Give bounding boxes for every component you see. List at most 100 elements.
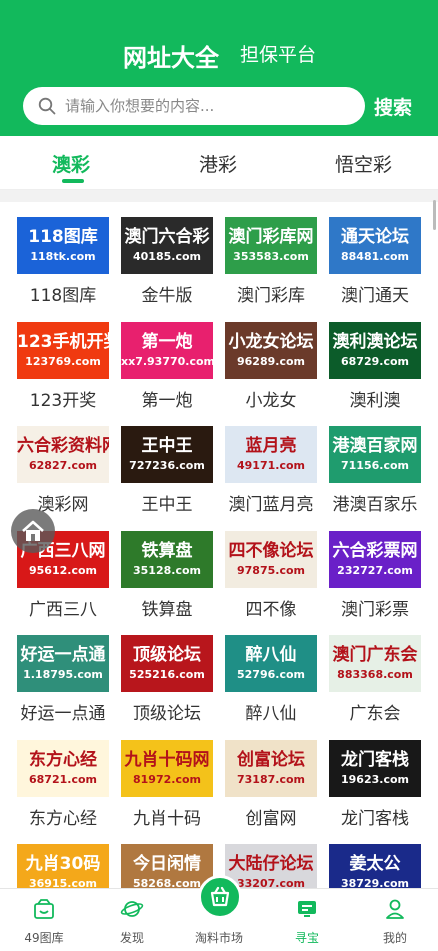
site-logo-domain: xx7.93770.com xyxy=(121,354,213,368)
site-logo: 六合彩票网 232727.com xyxy=(329,530,421,588)
site-logo: 九肖十码网 81972.com xyxy=(121,739,213,797)
site-logo-domain: 52796.com xyxy=(237,668,305,681)
site-logo: 澳门六合彩 40185.com xyxy=(121,217,213,274)
gallery-icon xyxy=(34,899,54,919)
site-logo-domain: 88481.com xyxy=(341,250,409,263)
site-logo-title: 六合彩资料网 xyxy=(17,436,109,456)
site-logo-domain: 1.18795.com xyxy=(23,668,103,681)
site-card[interactable]: 醉八仙 52796.com 醉八仙 xyxy=(225,620,329,724)
site-logo: 四不像论坛 97875.com xyxy=(225,530,317,588)
site-logo-domain: 71156.com xyxy=(341,459,409,472)
header-tabs: 网址大全 担保平台 xyxy=(0,38,438,114)
site-label: 顶级论坛 xyxy=(133,704,201,724)
site-card[interactable]: 九肖十码网 81972.com 九肖十码 xyxy=(121,725,225,829)
tab-gallery[interactable]: 49图库 xyxy=(0,889,88,951)
site-logo-domain: 35128.com xyxy=(133,563,201,577)
site-logo: 九肖30码 36915.com xyxy=(17,844,109,888)
scrollbar[interactable] xyxy=(433,200,436,230)
planet-icon xyxy=(120,901,144,917)
monitor-icon xyxy=(298,901,316,917)
site-logo-domain: 68729.com xyxy=(341,354,409,368)
site-card[interactable]: 好运一点通 1.18795.com 好运一点通 xyxy=(17,620,121,724)
header: 网址大全 担保平台 搜索 xyxy=(0,0,438,136)
site-logo: 六合彩资料网 62827.com xyxy=(17,426,109,483)
site-logo: 通天论坛 88481.com xyxy=(329,217,421,274)
site-card[interactable]: 六合彩票网 232727.com 澳门彩票 xyxy=(329,516,433,620)
site-label: 第一炮 xyxy=(141,390,193,411)
site-card[interactable]: 四不像论坛 97875.com 四不像 xyxy=(225,516,329,620)
site-card[interactable]: 姜太公 38729.com xyxy=(329,829,433,888)
tab-guarantee-platform[interactable]: 担保平台 xyxy=(240,40,316,67)
site-label: 广西三八 xyxy=(29,599,97,620)
site-card[interactable]: 澳门广东会 883368.com 广东会 xyxy=(329,620,433,724)
site-card[interactable]: 澳门彩库网 353583.com 澳门彩库 xyxy=(225,202,329,306)
site-card[interactable]: 铁算盘 35128.com 铁算盘 xyxy=(121,516,225,620)
divider xyxy=(0,190,438,202)
site-card[interactable]: 第一炮 xx7.93770.com 第一炮 xyxy=(121,307,225,411)
site-card[interactable]: 118图库 118tk.com 118图库 xyxy=(17,202,121,306)
search-bar[interactable] xyxy=(23,87,365,125)
site-card[interactable]: 王中王 727236.com 王中王 xyxy=(121,411,225,515)
site-logo: 铁算盘 35128.com xyxy=(121,530,213,588)
site-label: 澳门彩库 xyxy=(237,286,305,306)
site-logo-domain: 62827.com xyxy=(29,459,97,472)
site-card[interactable]: 六合彩资料网 62827.com 澳彩网 xyxy=(17,411,121,515)
person-icon xyxy=(386,899,404,919)
site-logo-title: 王中王 xyxy=(141,436,193,456)
site-label: 广东会 xyxy=(349,704,401,724)
site-card[interactable]: 通天论坛 88481.com 澳门通天 xyxy=(329,202,433,306)
site-logo-domain: 96289.com xyxy=(237,354,305,368)
site-label: 港澳百家乐 xyxy=(332,495,418,515)
home-float-button[interactable] xyxy=(11,509,55,553)
site-logo-domain: 123769.com xyxy=(25,354,101,368)
tab-url-directory[interactable]: 网址大全 xyxy=(123,38,219,73)
site-card[interactable]: 顶级论坛 525216.com 顶级论坛 xyxy=(121,620,225,724)
site-card[interactable]: 123手机开奖 123769.com 123开奖 xyxy=(17,307,121,411)
site-card[interactable]: 澳门六合彩 40185.com 金牛版 xyxy=(121,202,225,306)
site-logo-domain: 81972.com xyxy=(133,772,201,786)
tab-mine[interactable]: 我的 xyxy=(351,889,438,951)
site-logo-title: 大陆仔论坛 xyxy=(228,854,314,874)
site-logo-domain: 95612.com xyxy=(29,563,97,577)
site-logo: 好运一点通 1.18795.com xyxy=(17,635,109,692)
site-logo-title: 姜太公 xyxy=(349,854,401,874)
tab-label: 我的 xyxy=(382,931,407,945)
site-logo-domain: 49171.com xyxy=(237,459,305,472)
site-logo: 姜太公 38729.com xyxy=(329,844,421,888)
site-label: 九肖十码 xyxy=(133,808,201,829)
site-logo-domain: 19623.com xyxy=(341,772,409,786)
site-card[interactable]: 龙门客栈 19623.com 龙门客栈 xyxy=(329,725,433,829)
site-card[interactable]: 大陆仔论坛 33207.com xyxy=(225,829,329,888)
site-label: 东方心经 xyxy=(29,808,97,829)
tab-discover[interactable]: 发现 xyxy=(88,889,176,951)
site-card[interactable]: 蓝月亮 49171.com 澳门蓝月亮 xyxy=(225,411,329,515)
site-card[interactable]: 港澳百家网 71156.com 港澳百家乐 xyxy=(329,411,433,515)
site-logo-domain: 525216.com xyxy=(129,668,205,681)
site-logo: 今日闲情 58268.com xyxy=(121,844,213,888)
home-icon xyxy=(22,520,44,541)
site-logo-title: 澳利澳论坛 xyxy=(332,331,418,352)
site-logo-title: 好运一点通 xyxy=(20,645,106,665)
site-label: 醉八仙 xyxy=(245,704,297,724)
site-logo-domain: 353583.com xyxy=(233,250,309,263)
site-card[interactable]: 九肖30码 36915.com xyxy=(17,829,121,888)
category-hongkong[interactable]: 港彩 xyxy=(199,150,237,177)
search-input[interactable] xyxy=(65,87,355,125)
tab-treasure[interactable]: 寻宝 xyxy=(263,889,351,951)
site-logo-title: 小龙女论坛 xyxy=(228,331,314,352)
site-grid: 118图库 118tk.com 118图库 澳门六合彩 40185.com 金牛版 澳门彩库… xyxy=(0,202,438,888)
site-card[interactable]: 创富论坛 73187.com 创富网 xyxy=(225,725,329,829)
site-logo-title: 今日闲情 xyxy=(133,854,201,874)
site-card[interactable]: 澳利澳论坛 68729.com 澳利澳 xyxy=(329,307,433,411)
search-icon xyxy=(38,97,56,115)
search-button[interactable]: 搜索 xyxy=(374,93,412,120)
site-logo-title: 四不像论坛 xyxy=(228,540,314,561)
site-label: 四不像 xyxy=(245,599,297,620)
site-logo-domain: 40185.com xyxy=(133,250,201,263)
category-wukong[interactable]: 悟空彩 xyxy=(335,150,392,177)
site-card[interactable]: 小龙女论坛 96289.com 小龙女 xyxy=(225,307,329,411)
category-macau[interactable]: 澳彩 xyxy=(52,150,90,177)
site-label: 澳利澳 xyxy=(349,390,401,411)
market-center-button[interactable] xyxy=(198,875,242,919)
site-card[interactable]: 东方心经 68721.com 东方心经 xyxy=(17,725,121,829)
